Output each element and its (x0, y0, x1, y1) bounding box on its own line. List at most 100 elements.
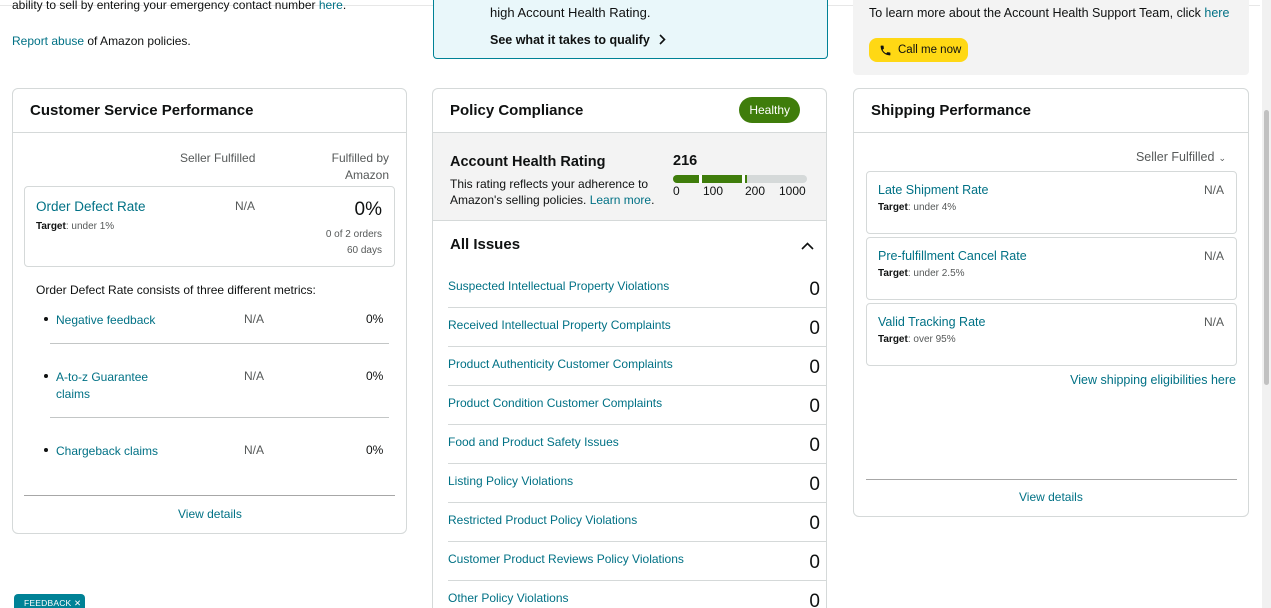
metric-amazon-value: 0% (366, 443, 384, 457)
issue-row: Customer Product Reviews Policy Violatio… (448, 542, 826, 581)
issue-link[interactable]: Other Policy Violations (448, 591, 569, 605)
ship-target: Target: under 2.5% (878, 268, 965, 279)
ahr-info-box: high Account Health Rating. See what it … (433, 0, 828, 59)
metric-seller-value: N/A (244, 369, 265, 383)
order-defect-rate-box: Order Defect Rate Target: under 1% N/A 0… (24, 186, 395, 267)
chevron-up-icon[interactable] (801, 239, 814, 253)
metric-seller-value: N/A (244, 443, 265, 457)
odr-seller-value: N/A (235, 199, 256, 213)
ahr-bar-segment (702, 175, 742, 183)
col-fulfilled-by-amazon: Fulfilled by Amazon (332, 150, 389, 184)
odr-amazon-value: 0% (354, 199, 382, 220)
order-defect-rate-link[interactable]: Order Defect Rate (36, 199, 146, 214)
cancel-rate-box: Pre-fulfillment Cancel Rate Target: unde… (866, 237, 1237, 300)
ship-target-label: Target (878, 268, 908, 279)
odr-description: Order Defect Rate consists of three diff… (36, 283, 316, 297)
issue-count: 0 (809, 357, 820, 378)
phone-icon (879, 44, 892, 57)
divider (50, 343, 389, 344)
support-text-body: To learn more about the Account Health S… (869, 6, 1205, 20)
report-abuse-text: of Amazon policies. (84, 34, 191, 48)
col-seller-fulfilled: Seller Fulfilled (180, 151, 256, 165)
ship-value: N/A (1203, 249, 1224, 263)
negative-feedback-link[interactable]: Negative feedback (56, 312, 166, 329)
emergency-text: ability to sell by entering your emergen… (12, 0, 319, 12)
metric-amazon-value: 0% (366, 369, 384, 383)
issue-count: 0 (809, 435, 820, 456)
odr-target: Target: under 1% (36, 221, 114, 232)
bullet (44, 374, 48, 378)
issue-row: Product Condition Customer Complaints 0 (448, 386, 826, 425)
report-abuse-link[interactable]: Report abuse (12, 34, 84, 48)
issue-link[interactable]: Listing Policy Violations (448, 474, 573, 488)
col-amazon-line2: Amazon (344, 168, 389, 182)
emergency-here-link[interactable]: here (319, 0, 343, 12)
odr-period: 60 days (346, 245, 382, 256)
issue-row: Other Policy Violations 0 (448, 581, 826, 608)
shipping-view-details-link[interactable]: View details (1019, 490, 1083, 504)
issue-link[interactable]: Customer Product Reviews Policy Violatio… (448, 552, 684, 566)
issue-count: 0 (809, 318, 820, 339)
issue-link[interactable]: Product Authenticity Customer Complaints (448, 357, 673, 371)
support-box: To learn more about the Account Health S… (853, 0, 1249, 75)
qualify-link[interactable]: See what it takes to qualify (490, 33, 666, 48)
ahr-tick: 100 (703, 184, 724, 198)
chevron-down-icon: ⌄ (1218, 153, 1226, 163)
ahr-tick: 0 (673, 184, 680, 198)
ahr-score: 216 (673, 153, 698, 169)
issue-row: Food and Product Safety Issues 0 (448, 425, 826, 464)
customer-service-card: Customer Service Performance Seller Fulf… (12, 88, 407, 534)
issue-row: Received Intellectual Property Complaint… (448, 308, 826, 347)
cancel-rate-link[interactable]: Pre-fulfillment Cancel Rate (878, 249, 1027, 263)
ship-target-label: Target (878, 202, 908, 213)
call-me-now-button[interactable]: Call me now (869, 38, 968, 62)
issue-count: 0 (809, 591, 820, 608)
support-here-link[interactable]: here (1204, 6, 1229, 20)
issue-count: 0 (809, 474, 820, 495)
valid-tracking-box: Valid Tracking Rate Target: over 95% N/A (866, 303, 1237, 366)
ship-target-value: : over 95% (907, 334, 956, 345)
emergency-period: . (342, 0, 347, 12)
support-text: To learn more about the Account Health S… (869, 6, 1229, 20)
ahr-text: This rating reflects your adherence to A… (450, 176, 660, 208)
shipping-eligibilities-link[interactable]: View shipping eligibilities here (1070, 373, 1236, 387)
issue-link[interactable]: Suspected Intellectual Property Violatio… (448, 279, 669, 293)
learn-more-link[interactable]: Learn more (590, 193, 651, 207)
fulfillment-filter-select[interactable]: Seller Fulfilled ⌄ (1136, 150, 1226, 164)
call-button-label: Call me now (898, 44, 962, 56)
chargeback-claims-link[interactable]: Chargeback claims (56, 443, 166, 460)
metric-amazon-value: 0% (366, 312, 384, 326)
divider (50, 417, 389, 418)
odr-target-label: Target (36, 221, 66, 232)
issue-link[interactable]: Food and Product Safety Issues (448, 435, 619, 449)
issue-link[interactable]: Product Condition Customer Complaints (448, 396, 662, 410)
csp-view-details-link[interactable]: View details (178, 507, 242, 521)
late-shipment-box: Late Shipment Rate Target: under 4% N/A (866, 171, 1237, 234)
ahr-period: . (651, 193, 655, 207)
scrollbar-thumb[interactable] (1264, 110, 1269, 385)
issue-count: 0 (809, 279, 820, 300)
ship-target-value: : under 2.5% (907, 268, 965, 279)
policy-compliance-header: Policy Compliance Healthy (433, 89, 826, 133)
ahr-tick: 1000 (779, 184, 806, 198)
filter-label: Seller Fulfilled (1135, 150, 1215, 164)
bullet (44, 317, 48, 321)
vertical-scrollbar[interactable] (1262, 0, 1271, 608)
a-to-z-claims-link[interactable]: A-to-z Guarantee claims (56, 369, 166, 403)
policy-compliance-title: Policy Compliance (450, 102, 584, 119)
valid-tracking-rate-link[interactable]: Valid Tracking Rate (878, 315, 985, 329)
late-shipment-rate-link[interactable]: Late Shipment Rate (878, 183, 989, 197)
divider (866, 479, 1237, 480)
odr-order-count: 0 of 2 orders (325, 229, 382, 240)
issue-link[interactable]: Received Intellectual Property Complaint… (448, 318, 671, 332)
bullet (44, 448, 48, 452)
close-icon[interactable]: ✕ (74, 598, 81, 608)
ship-value: N/A (1203, 315, 1224, 329)
feedback-tab[interactable]: FEEDBACK ✕ (14, 594, 85, 608)
policy-compliance-card: Policy Compliance Healthy Account Health… (432, 88, 827, 608)
issue-count: 0 (809, 552, 820, 573)
odr-orders: 0 of 2 orders 60 days (326, 227, 382, 259)
odr-target-value: : under 1% (65, 221, 115, 232)
issue-link[interactable]: Restricted Product Policy Violations (448, 513, 637, 527)
ship-target: Target: over 95% (878, 334, 956, 345)
